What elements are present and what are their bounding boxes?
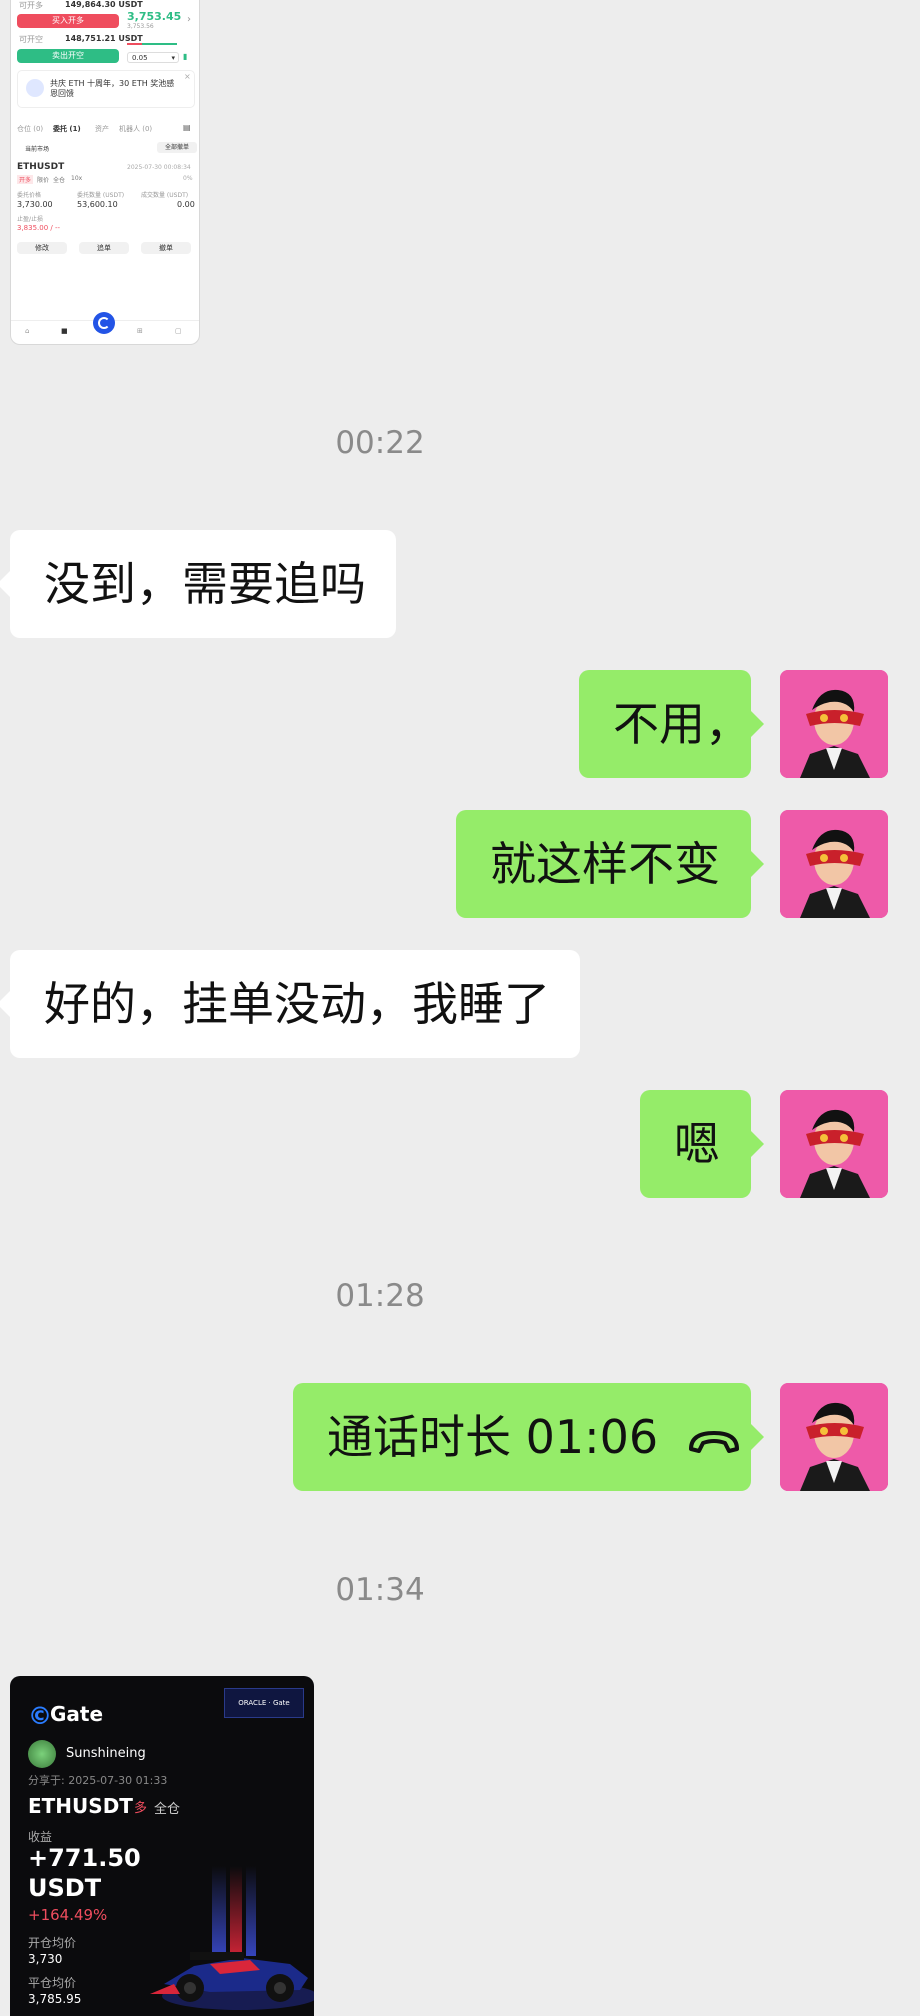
tab-orders: 委托 (1) xyxy=(53,125,81,133)
tab-bots: 机器人 (0) xyxy=(119,125,153,133)
username: Sunshineing xyxy=(66,1746,146,1761)
message-sent[interactable]: 嗯 xyxy=(640,1090,764,1198)
price-main: 3,753.45 xyxy=(127,10,182,23)
pnl-unit: USDT xyxy=(28,1874,102,1902)
brand-name: Gate xyxy=(50,1702,104,1726)
timestamp: 01:34 xyxy=(335,1572,425,1608)
message-sent[interactable]: 就这样不变 xyxy=(456,810,764,918)
gate-logo-icon: © xyxy=(28,1702,52,1730)
cancel-order-button: 撤单 xyxy=(141,242,191,254)
avatar[interactable] xyxy=(780,810,888,918)
long-tag-icon: 多 xyxy=(134,1801,148,1816)
trading-screenshot-image[interactable]: 可开多 149,864.30 USDT 买入开多 3,753.45 3,753.… xyxy=(10,0,200,345)
order-filled: 0.00 xyxy=(177,200,195,209)
pnl-label: 收益 xyxy=(28,1830,53,1844)
available-long-value: 149,864.30 USDT xyxy=(65,0,143,9)
order-amount: 53,600.10 xyxy=(77,200,118,209)
nav-home-icon: ⌂ xyxy=(25,327,30,335)
tag-cross: 全仓 xyxy=(53,177,66,184)
col-header-filled: 成交数量 (USDT) xyxy=(141,192,189,199)
avatar-illustration xyxy=(780,670,888,778)
tag-open-long: 开多 xyxy=(17,175,34,184)
eth-anniversary-icon xyxy=(26,79,44,97)
qty-select: 0.05 ▾ xyxy=(127,52,179,63)
message-sent[interactable]: 不用， xyxy=(579,670,764,778)
partner-badge: ORACLE · Gate xyxy=(224,1688,304,1718)
stop-value: 3,835.00 / -- xyxy=(17,224,61,232)
tag-leverage: 10x xyxy=(71,175,83,182)
available-long-label: 可开多 xyxy=(19,1,43,10)
pnl-percent: +164.49% xyxy=(28,1906,108,1924)
event-banner: 共庆 ETH 十周年，30 ETH 奖池感恩回馈 × xyxy=(17,70,195,108)
message-received[interactable]: 没到，需要追吗 xyxy=(0,530,396,638)
avatar-illustration xyxy=(780,1383,888,1491)
col-header-price: 委托价格 xyxy=(17,192,42,199)
timestamp: 00:22 xyxy=(335,425,425,461)
tab-assets: 资产 xyxy=(95,125,109,133)
avatar-illustration xyxy=(780,1090,888,1198)
available-short-value: 148,751.21 USDT xyxy=(65,34,143,43)
avatar-illustration xyxy=(780,810,888,918)
available-short-label: 可开空 xyxy=(19,35,43,44)
nav-market-icon: ■ xyxy=(61,327,68,335)
open-long-button: 买入开多 xyxy=(17,14,119,28)
nav-finance-icon: ⊞ xyxy=(137,327,143,335)
stop-label: 止盈/止损 xyxy=(17,216,44,223)
current-market-filter: 当前市场 xyxy=(25,146,50,153)
chase-button: 追单 xyxy=(79,242,129,254)
price-sub: 3,753.56 xyxy=(127,23,154,30)
avatar[interactable] xyxy=(780,670,888,778)
open-avg-label: 开仓均价 xyxy=(28,1936,77,1950)
tag-limit: 限价 xyxy=(37,177,50,184)
call-duration-text: 通话时长 01:06 xyxy=(327,1410,659,1464)
document-icon: ▤ xyxy=(183,123,191,132)
card-symbol: ETHUSDT xyxy=(28,1794,133,1818)
nav-assets-icon: ▢ xyxy=(175,327,182,335)
tab-positions: 仓位 (0) xyxy=(17,125,44,133)
message-received[interactable]: 好的，挂单没动，我睡了 xyxy=(0,950,580,1058)
depth-ratio-bar xyxy=(127,43,177,45)
banner-text: 共庆 ETH 十周年，30 ETH 奖池感恩回馈 xyxy=(50,79,175,98)
close-avg-label: 平仓均价 xyxy=(28,1976,77,1990)
open-short-button: 卖出开空 xyxy=(17,49,119,63)
chevron-right-icon: › xyxy=(187,14,191,25)
pnl-share-card-image[interactable]: © Gate ORACLE · Gate Sunshineing 分享于: 20… xyxy=(10,1676,314,2016)
timestamp: 01:28 xyxy=(335,1278,425,1314)
order-time: 2025-07-30 00:08:34 xyxy=(127,164,191,171)
pnl-value: +771.50 xyxy=(28,1844,141,1872)
avatar[interactable] xyxy=(780,1090,888,1198)
phone-hangup-icon xyxy=(687,1387,741,1495)
depth-icon: ▮ xyxy=(183,52,188,61)
fill-progress: 0% xyxy=(183,175,193,182)
modify-button: 修改 xyxy=(17,242,67,254)
qty-value: 0.05 xyxy=(132,54,148,62)
race-car-illustration xyxy=(150,1866,314,2010)
col-header-amount: 委托数量 (USDT) xyxy=(77,192,125,199)
nav-trade-icon xyxy=(93,312,115,334)
order-symbol: ETHUSDT xyxy=(17,162,65,172)
close-icon: × xyxy=(184,72,191,81)
open-avg-value: 3,730 xyxy=(28,1952,63,1966)
call-record-message[interactable]: 通话时长 01:06 xyxy=(293,1383,764,1491)
order-price: 3,730.00 xyxy=(17,200,53,209)
avatar[interactable] xyxy=(780,1383,888,1491)
cancel-all-button: 全部撤单 xyxy=(157,142,197,153)
share-time: 分享于: 2025-07-30 01:33 xyxy=(28,1774,168,1787)
margin-mode: 全仓 xyxy=(154,1802,181,1817)
close-avg-value: 3,785.95 xyxy=(28,1992,82,2006)
user-avatar xyxy=(28,1740,56,1768)
